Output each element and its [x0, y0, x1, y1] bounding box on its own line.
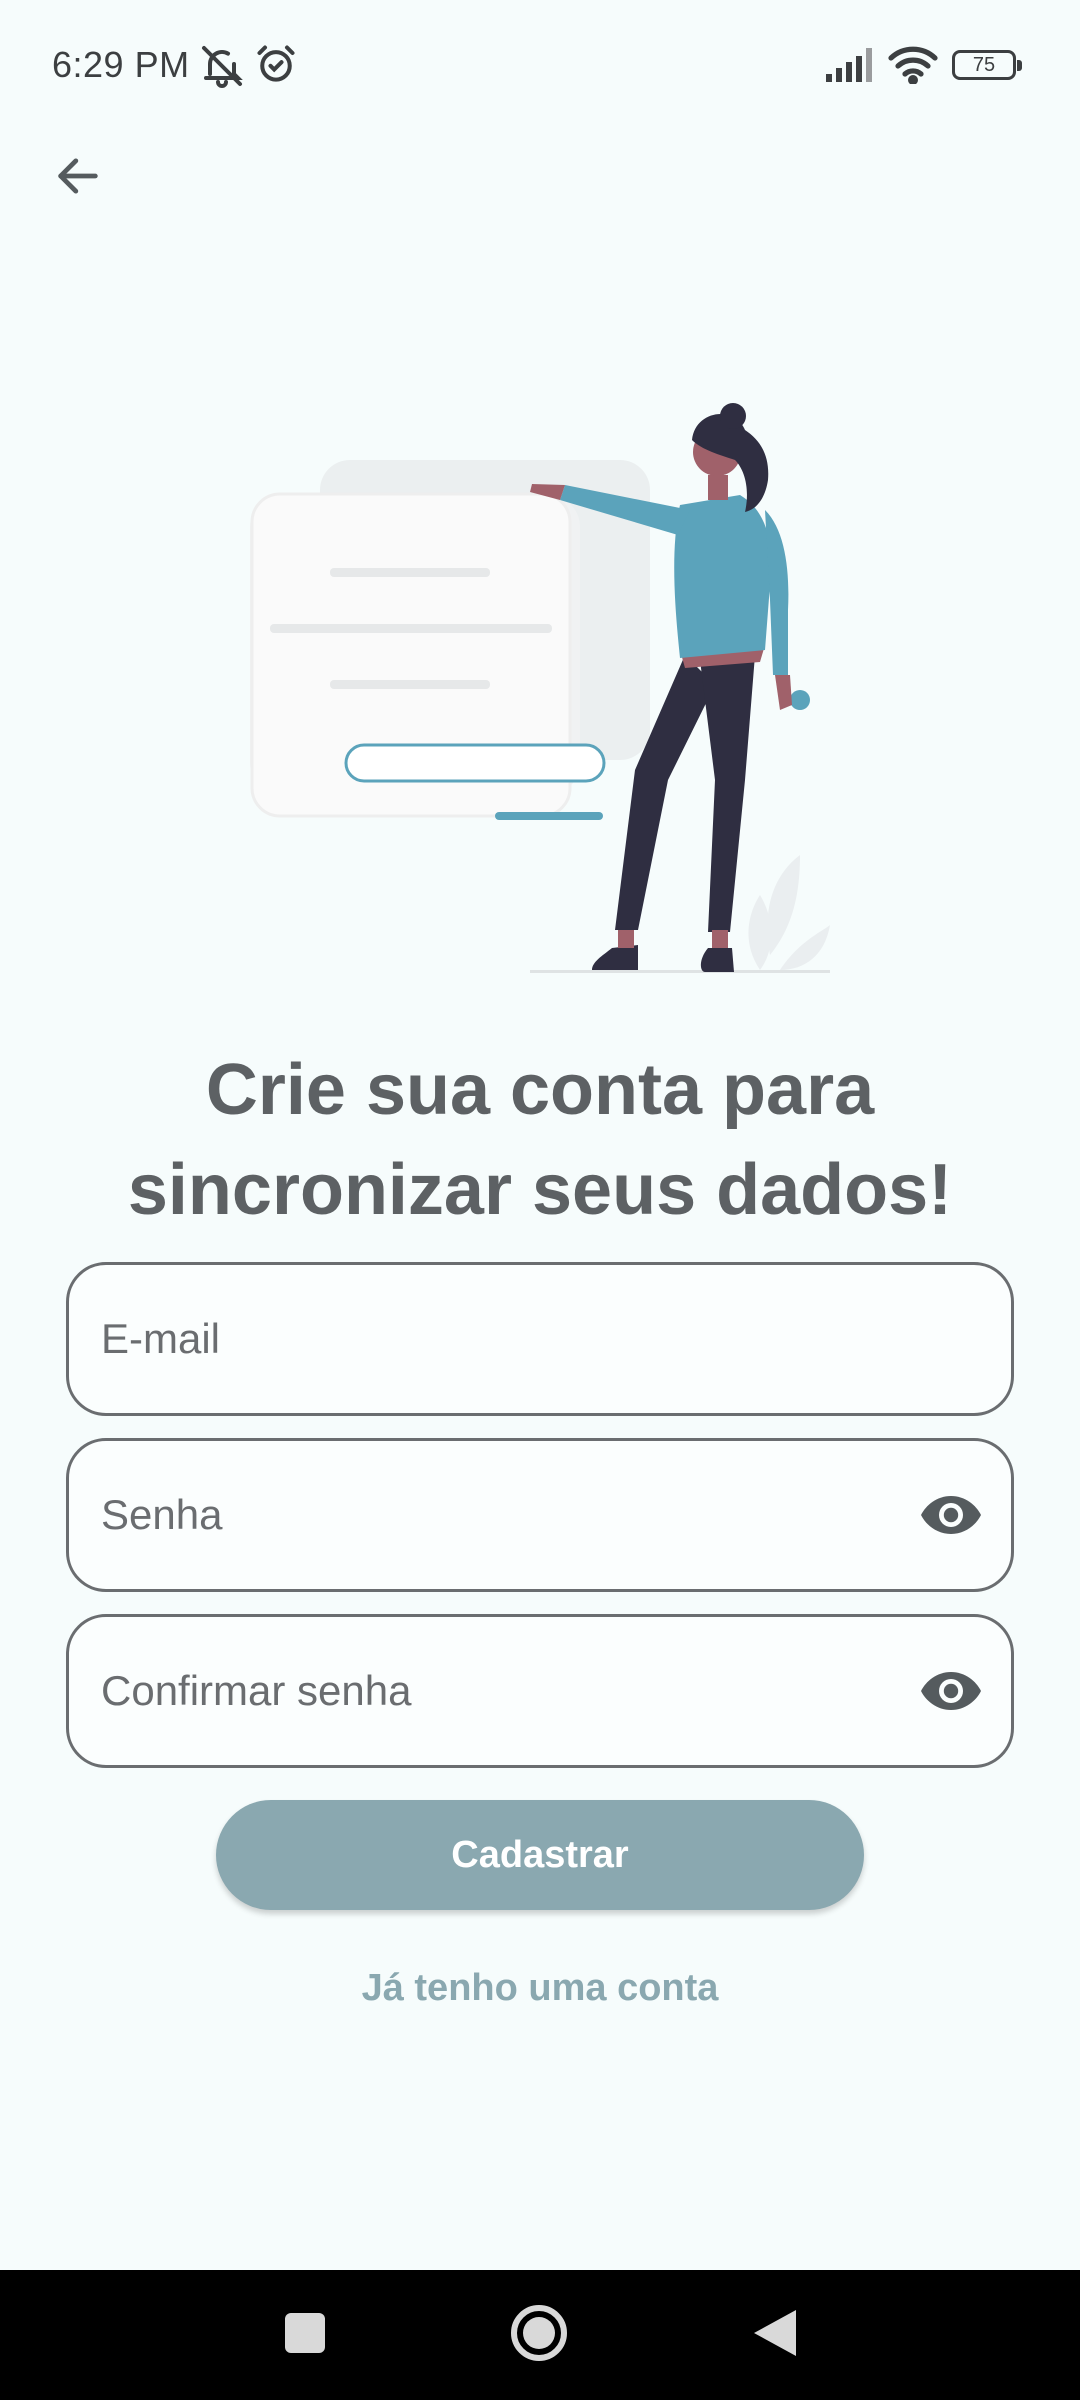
- system-navigation-bar: [0, 2270, 1080, 2400]
- battery-indicator: 75: [952, 50, 1022, 80]
- register-button[interactable]: Cadastrar: [216, 1800, 864, 1910]
- password-field[interactable]: [66, 1438, 1014, 1592]
- status-time: 6:29 PM: [52, 44, 190, 85]
- page-title-line1: Crie sua conta para: [205, 1050, 875, 1130]
- email-input[interactable]: [101, 1265, 901, 1413]
- already-have-account-link[interactable]: Já tenho uma conta: [240, 1958, 840, 2018]
- recents-button[interactable]: [270, 2300, 340, 2370]
- confirm-password-input[interactable]: [101, 1617, 901, 1765]
- toggle-password-visibility-button[interactable]: [919, 1485, 983, 1549]
- signup-illustration: [240, 400, 840, 990]
- home-circle-icon: [510, 2304, 568, 2367]
- status-bar: 6:29 PM 75: [0, 0, 1080, 132]
- back-nav-button[interactable]: [740, 2300, 810, 2370]
- back-button[interactable]: [40, 140, 116, 216]
- page-title: Crie sua conta para sincronizar seus dad…: [60, 1040, 1020, 1240]
- signal-icon: [826, 48, 878, 87]
- back-triangle-icon: [754, 2309, 796, 2361]
- mute-notifications-icon: [198, 42, 246, 95]
- confirm-password-field[interactable]: [66, 1614, 1014, 1768]
- wifi-icon: [888, 44, 938, 89]
- toggle-confirm-password-visibility-button[interactable]: [919, 1661, 983, 1725]
- recents-square-icon: [285, 2312, 325, 2358]
- home-button[interactable]: [504, 2300, 574, 2370]
- arrow-back-icon: [52, 150, 104, 207]
- email-field[interactable]: [66, 1262, 1014, 1416]
- password-input[interactable]: [101, 1441, 901, 1589]
- eye-icon: [920, 1670, 982, 1717]
- page-title-line2: sincronizar seus dados!: [127, 1150, 953, 1230]
- eye-icon: [920, 1494, 982, 1541]
- alarm-icon: [254, 42, 298, 91]
